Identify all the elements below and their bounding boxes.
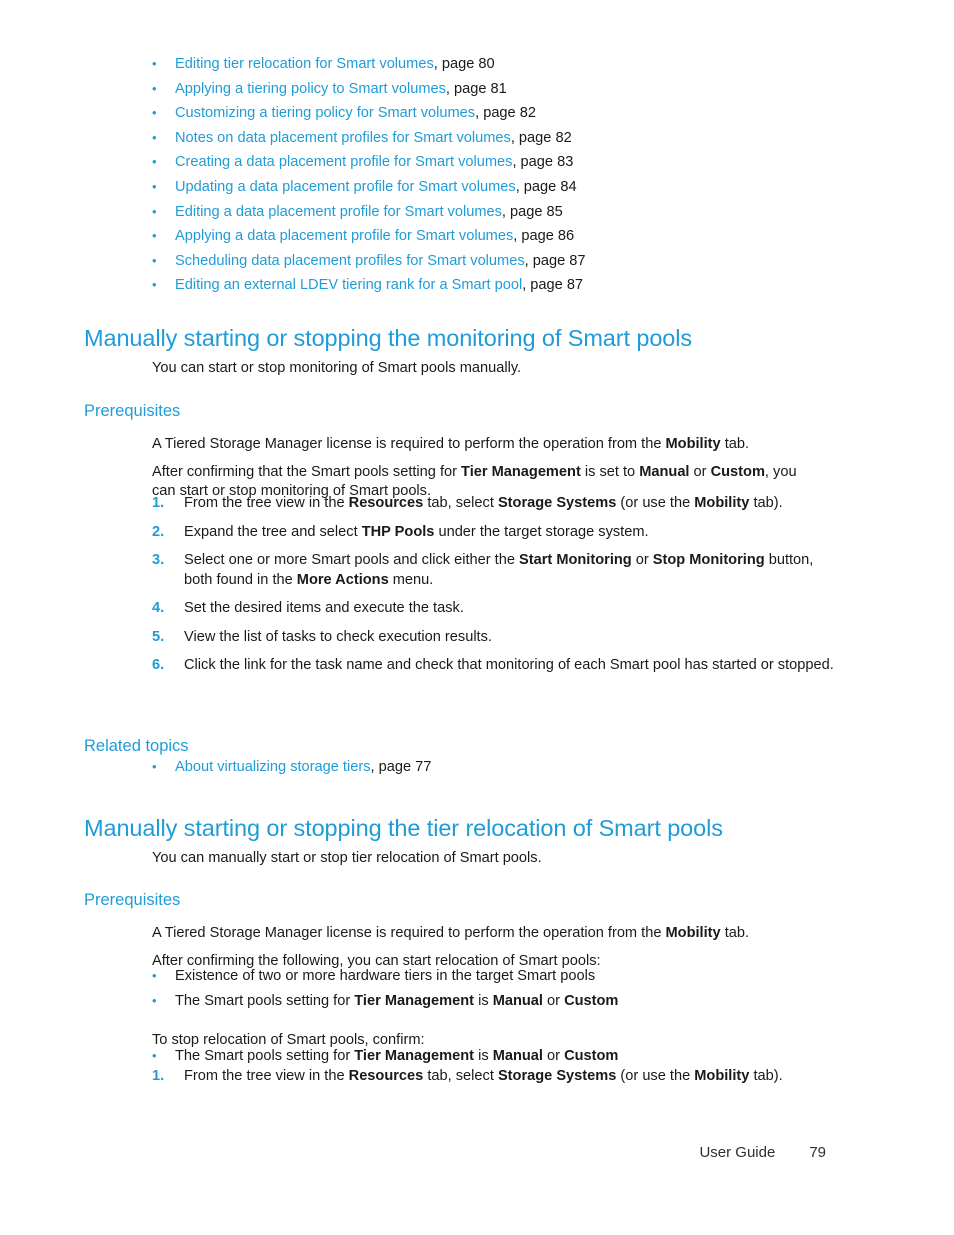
prerequisite-paragraph: A Tiered Storage Manager license is requ… [152, 924, 750, 941]
prerequisite-paragraph: A Tiered Storage Manager license is requ… [152, 435, 750, 452]
list-item[interactable]: • About virtualizing storage tiers, page… [152, 755, 752, 780]
step-text: Expand the tree and select THP Pools und… [184, 523, 649, 540]
xref-link[interactable]: Scheduling data placement profiles for S… [175, 253, 525, 269]
list-item[interactable]: • Notes on data placement profiles for S… [152, 126, 852, 151]
xref-link[interactable]: Customizing a tiering policy for Smart v… [175, 105, 475, 121]
xref-page-ref: , page 84 [515, 178, 577, 195]
xref-page-ref: , page 77 [370, 759, 432, 775]
xref-page-ref: , page 83 [512, 154, 574, 171]
xref-page-ref: , page 87 [524, 252, 586, 269]
step-number: 4. [152, 600, 165, 616]
bullet-icon: • [152, 992, 157, 1008]
procedure-step: 6. Click the link for the task name and … [152, 656, 842, 676]
list-item[interactable]: • Applying a data placement profile for … [152, 224, 852, 249]
bullet-icon: • [152, 178, 157, 194]
list-item[interactable]: • Updating a data placement profile for … [152, 175, 852, 200]
cross-reference-list: • Editing tier relocation for Smart volu… [152, 52, 852, 298]
xref-page-ref: , page 81 [445, 80, 507, 97]
related-topics-list: • About virtualizing storage tiers, page… [152, 755, 752, 780]
list-item[interactable]: • Applying a tiering policy to Smart vol… [152, 77, 852, 102]
start-conditions-list: • Existence of two or more hardware tier… [152, 964, 842, 1013]
xref-link[interactable]: Editing tier relocation for Smart volume… [175, 56, 434, 72]
bullet-icon: • [152, 277, 157, 293]
footer-guide-label: User Guide [699, 1144, 776, 1161]
procedure-steps-relocation: 1. From the tree view in the Resources t… [152, 1067, 842, 1096]
bullet-icon: • [152, 1048, 157, 1063]
xref-link[interactable]: Notes on data placement profiles for Sma… [175, 130, 511, 146]
step-number: 5. [152, 628, 165, 645]
bullet-icon: • [152, 129, 157, 145]
xref-page-ref: , page 86 [513, 228, 575, 245]
list-item: • The Smart pools setting for Tier Manag… [152, 1044, 842, 1069]
bullet-icon: • [152, 968, 157, 983]
step-number: 2. [152, 523, 165, 540]
procedure-step: 3. Select one or more Smart pools and cl… [152, 551, 842, 590]
condition-text: The Smart pools setting for Tier Managem… [175, 1048, 619, 1064]
step-text: Select one or more Smart pools and click… [184, 552, 814, 588]
section-intro-relocation: You can manually start or stop tier relo… [152, 849, 542, 866]
page-footer: User Guide 79 [0, 1144, 954, 1161]
procedure-step: 2. Expand the tree and select THP Pools … [152, 523, 842, 543]
xref-page-ref: , page 80 [433, 56, 495, 72]
list-item[interactable]: • Editing tier relocation for Smart volu… [152, 52, 852, 77]
procedure-step: 1. From the tree view in the Resources t… [152, 1067, 842, 1087]
step-text: Click the link for the task name and che… [184, 657, 834, 673]
footer-page-number: 79 [809, 1144, 826, 1161]
section-intro-monitoring: You can start or stop monitoring of Smar… [152, 359, 522, 376]
step-number: 3. [152, 552, 165, 568]
procedure-steps-monitoring: 1. From the tree view in the Resources t… [152, 494, 842, 685]
step-text: View the list of tasks to check executio… [184, 628, 492, 645]
list-item[interactable]: • Creating a data placement profile for … [152, 150, 852, 175]
list-item: • Existence of two or more hardware tier… [152, 964, 842, 989]
xref-page-ref: , page 87 [522, 277, 584, 294]
xref-link[interactable]: Creating a data placement profile for Sm… [175, 154, 512, 170]
list-item[interactable]: • Scheduling data placement profiles for… [152, 249, 852, 274]
xref-link[interactable]: Editing a data placement profile for Sma… [175, 204, 502, 220]
procedure-step: 5. View the list of tasks to check execu… [152, 628, 842, 648]
section-heading-monitoring: Manually starting or stopping the monito… [84, 324, 693, 351]
step-text: Set the desired items and execute the ta… [184, 600, 464, 616]
bullet-icon: • [152, 228, 157, 244]
bullet-icon: • [152, 203, 157, 219]
procedure-step: 1. From the tree view in the Resources t… [152, 494, 842, 514]
condition-text: Existence of two or more hardware tiers … [175, 968, 596, 984]
bullet-icon: • [152, 154, 157, 170]
bullet-icon: • [152, 56, 157, 71]
section-heading-relocation: Manually starting or stopping the tier r… [84, 814, 723, 841]
xref-link[interactable]: Updating a data placement profile for Sm… [175, 179, 516, 195]
related-topics-heading: Related topics [84, 736, 189, 755]
bullet-icon: • [152, 759, 157, 774]
xref-link[interactable]: Applying a data placement profile for Sm… [175, 228, 513, 244]
step-number: 1. [152, 495, 165, 511]
procedure-step: 4. Set the desired items and execute the… [152, 599, 842, 619]
stop-conditions-list: • The Smart pools setting for Tier Manag… [152, 1044, 842, 1069]
step-text: From the tree view in the Resources tab,… [184, 1068, 783, 1084]
bullet-icon: • [152, 252, 157, 268]
list-item[interactable]: • Editing a data placement profile for S… [152, 200, 852, 225]
xref-link[interactable]: About virtualizing storage tiers [175, 759, 371, 775]
step-text: From the tree view in the Resources tab,… [184, 495, 783, 511]
step-number: 1. [152, 1068, 165, 1084]
list-item[interactable]: • Customizing a tiering policy for Smart… [152, 101, 852, 126]
xref-page-ref: , page 82 [510, 129, 572, 146]
bullet-icon: • [152, 80, 157, 96]
bullet-icon: • [152, 105, 157, 121]
xref-page-ref: , page 85 [501, 203, 563, 220]
list-item[interactable]: • Editing an external LDEV tiering rank … [152, 273, 852, 298]
prerequisites-heading-relocation: Prerequisites [84, 890, 181, 909]
list-item: • The Smart pools setting for Tier Manag… [152, 989, 842, 1014]
condition-text: The Smart pools setting for Tier Managem… [175, 992, 619, 1009]
xref-page-ref: , page 82 [475, 105, 536, 122]
document-page: • Editing tier relocation for Smart volu… [0, 0, 954, 1235]
xref-link[interactable]: Editing an external LDEV tiering rank fo… [175, 277, 522, 293]
prerequisites-heading-monitoring: Prerequisites [84, 401, 181, 420]
xref-link[interactable]: Applying a tiering policy to Smart volum… [175, 81, 446, 97]
step-number: 6. [152, 657, 165, 673]
